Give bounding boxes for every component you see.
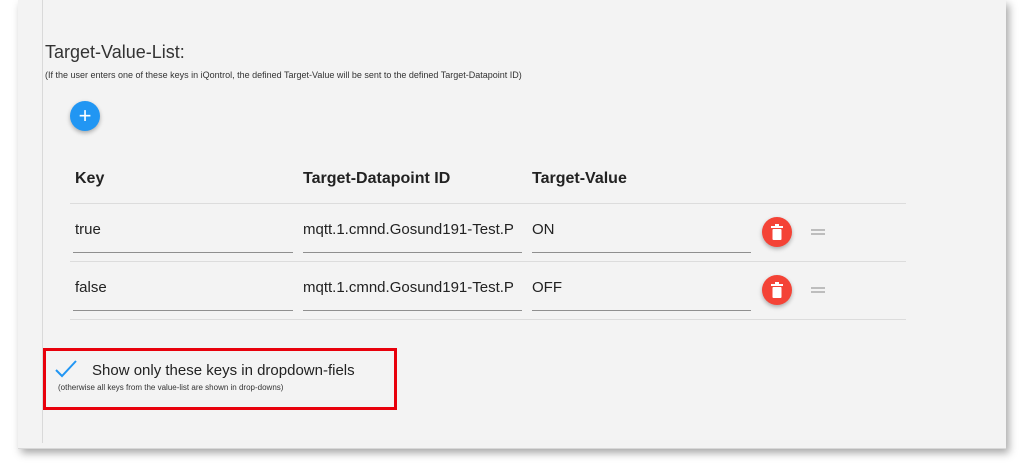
value-input[interactable]: ON (532, 221, 747, 238)
datapoint-input[interactable]: mqtt.1.cmnd.Gosund191-Test.P (303, 279, 523, 296)
highlight-box (43, 348, 397, 410)
key-input-underline (73, 310, 293, 311)
value-input[interactable]: OFF (532, 279, 747, 296)
table-divider (70, 319, 906, 320)
add-row-button[interactable]: + (70, 101, 100, 131)
key-input-underline (73, 252, 293, 253)
checkmark-icon[interactable] (54, 359, 78, 379)
header-key: Key (75, 170, 105, 187)
datapoint-input[interactable]: mqtt.1.cmnd.Gosund191-Test.P (303, 221, 523, 238)
value-input-underline (532, 310, 751, 311)
section-hint: (If the user enters one of these keys in… (45, 70, 522, 80)
drag-handle-icon[interactable] (811, 287, 825, 293)
checkbox-hint: (otherwise all keys from the value-list … (58, 383, 284, 392)
plus-icon: + (78, 103, 92, 128)
key-input[interactable]: true (75, 221, 290, 238)
header-target-value: Target-Value (532, 170, 627, 187)
show-only-keys-checkbox-label[interactable]: Show only these keys in dropdown-fiels (92, 362, 355, 379)
delete-row-button[interactable] (762, 217, 792, 247)
datapoint-input-underline (303, 310, 522, 311)
value-input-underline (532, 252, 751, 253)
datapoint-input-underline (303, 252, 522, 253)
trash-icon (771, 224, 783, 240)
trash-icon (771, 282, 783, 298)
table-divider (70, 261, 906, 262)
drag-handle-icon[interactable] (811, 229, 825, 235)
header-target-datapoint-id: Target-Datapoint ID (303, 170, 451, 187)
key-input[interactable]: false (75, 279, 290, 296)
section-title: Target-Value-List: (45, 42, 185, 62)
table-divider (70, 203, 906, 204)
delete-row-button[interactable] (762, 275, 792, 305)
